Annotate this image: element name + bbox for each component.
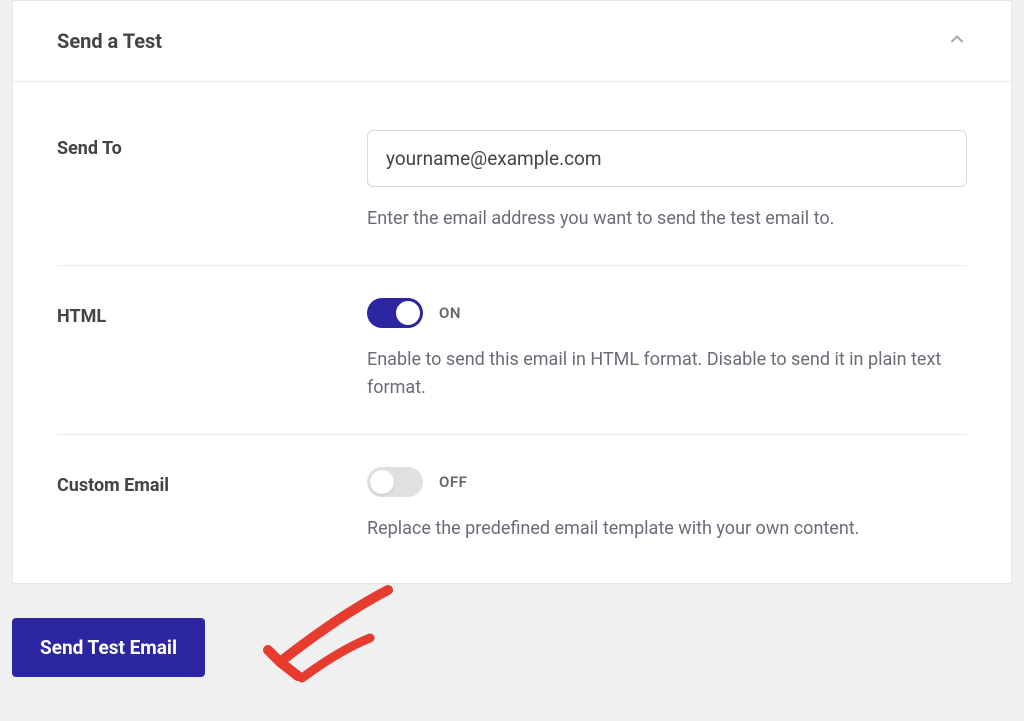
html-toggle-state: ON [439,304,461,322]
send-test-panel: Send a Test Send To Enter the email addr… [12,0,1012,584]
custom-email-toggle-wrap: OFF [367,467,967,497]
send-to-content: Enter the email address you want to send… [367,130,967,233]
custom-email-helper: Replace the predefined email template wi… [367,515,967,543]
send-to-label: Send To [57,130,367,233]
send-test-email-button[interactable]: Send Test Email [12,618,205,677]
custom-email-content: OFF Replace the predefined email templat… [367,467,967,543]
html-helper: Enable to send this email in HTML format… [367,346,967,402]
html-label: HTML [57,298,367,402]
toggle-knob [396,301,420,325]
html-toggle[interactable] [367,298,423,328]
panel-header[interactable]: Send a Test [13,1,1011,82]
custom-email-toggle[interactable] [367,467,423,497]
html-content: ON Enable to send this email in HTML for… [367,298,967,402]
send-to-input[interactable] [367,130,967,187]
send-to-row: Send To Enter the email address you want… [57,98,967,266]
chevron-up-icon [947,29,967,53]
footer-actions: Send Test Email [12,618,1012,677]
html-row: HTML ON Enable to send this email in HTM… [57,266,967,435]
panel-title: Send a Test [57,29,162,53]
send-to-helper: Enter the email address you want to send… [367,205,967,233]
custom-email-toggle-state: OFF [439,473,467,491]
custom-email-row: Custom Email OFF Replace the predefined … [57,435,967,543]
html-toggle-wrap: ON [367,298,967,328]
arrow-annotation-icon [260,580,400,700]
toggle-knob [370,470,394,494]
panel-body: Send To Enter the email address you want… [13,82,1011,583]
custom-email-label: Custom Email [57,467,367,543]
